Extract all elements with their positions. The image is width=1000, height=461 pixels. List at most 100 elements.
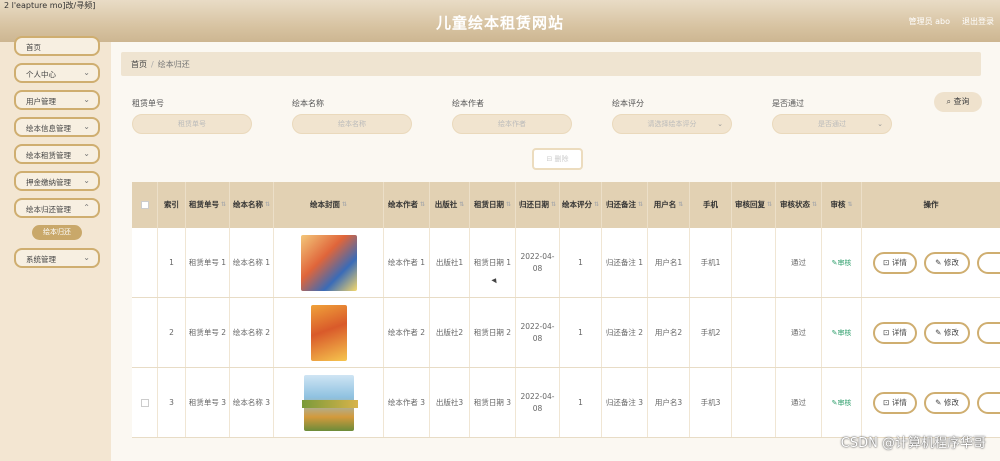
row-checkbox[interactable] — [132, 368, 158, 437]
breadcrumb-current: 绘本归还 — [157, 60, 190, 69]
table-row: 1 租赁单号 1 绘本名称 1 绘本作者 1 出版社1 租赁日期 1 2022-… — [132, 228, 1000, 298]
col-audit[interactable]: 审核 ⇅ — [822, 182, 862, 228]
col-remark[interactable]: 归还备注 ⇅ — [602, 182, 648, 228]
cell-book-name: 绘本名称 3 — [230, 368, 274, 437]
cell-index: 3 — [158, 368, 186, 437]
col-author[interactable]: 绘本作者 ⇅ — [384, 182, 430, 228]
delete-row-button[interactable] — [977, 252, 1000, 274]
cell-index: 2 — [158, 298, 186, 367]
sidebar: 首页 个人中心 ⌄ 用户管理 ⌄ 绘本信息管理 ⌄ 绘本租赁管理 ⌄ 押金缴纳管理 ⌄ 绘… — [0, 36, 111, 461]
sidebar-item-profile[interactable]: 个人中心 ⌄ — [14, 63, 100, 83]
detail-button[interactable]: ⊡ 详情 — [873, 392, 917, 414]
audit-link[interactable]: ✎ 审核 — [822, 228, 862, 297]
delete-icon: ⊟ — [546, 155, 553, 163]
cell-return-date: 2022-04-08 — [516, 298, 560, 367]
edit-button[interactable]: ✎ 修改 — [924, 322, 970, 344]
score-select[interactable]: 请选择绘本评分 ⌄ — [612, 114, 732, 134]
row-checkbox[interactable] — [132, 228, 158, 297]
sort-icon: ⇅ — [264, 201, 271, 208]
sidebar-item-system[interactable]: 系统管理 ⌄ — [14, 248, 100, 268]
cell-publisher: 出版社1 — [430, 228, 470, 297]
author-input[interactable]: 绘本作者 — [452, 114, 572, 134]
cell-cover — [274, 228, 384, 297]
cell-reply — [732, 368, 776, 437]
col-score[interactable]: 绘本评分 ⇅ — [560, 182, 602, 228]
col-index: 索引 — [158, 182, 186, 228]
sort-icon: ⇅ — [220, 201, 227, 208]
table-row: 3 租赁单号 3 绘本名称 3 绘本作者 3 出版社3 租赁日期 3 2022-… — [132, 368, 1000, 438]
delete-row-button[interactable] — [977, 392, 1000, 414]
cell-index: 1 — [158, 228, 186, 297]
edit-icon: ✎ — [935, 328, 942, 337]
cell-author: 绘本作者 1 — [384, 228, 430, 297]
sort-icon: ⇅ — [341, 201, 348, 208]
sidebar-subitem-return[interactable]: 绘本归还 — [32, 225, 82, 240]
edit-button[interactable]: ✎ 修改 — [924, 392, 970, 414]
cell-remark: 归还备注 3 — [602, 368, 648, 437]
chevron-down-icon: ⌄ — [877, 120, 883, 128]
sidebar-item-deposit[interactable]: 押金缴纳管理 ⌄ — [14, 171, 100, 191]
cell-remark: 归还备注 2 — [602, 298, 648, 367]
main-content: 首页 / 绘本归还 租赁单号 租赁单号 绘本名称 绘本名称 绘本作者 绘本作者 绘本… — [111, 42, 1000, 461]
sidebar-item-users[interactable]: 用户管理 ⌄ — [14, 90, 100, 110]
cell-return-date: 2022-04-08 — [516, 368, 560, 437]
delete-button[interactable]: ⊟ 删除 — [532, 148, 583, 170]
filter-label-pass: 是否通过 — [772, 99, 804, 108]
col-cover[interactable]: 绘本封面 ⇅ — [274, 182, 384, 228]
delete-row-button[interactable] — [977, 322, 1000, 344]
cell-publisher: 出版社2 — [430, 298, 470, 367]
table-row: 2 租赁单号 2 绘本名称 2 绘本作者 2 出版社2 租赁日期 2 2022-… — [132, 298, 1000, 368]
filter-label-rent-no: 租赁单号 — [132, 99, 164, 108]
col-phone: 手机 — [690, 182, 732, 228]
search-button[interactable]: ⌕ 查询 — [934, 92, 982, 112]
sidebar-item-book-info[interactable]: 绘本信息管理 ⌄ — [14, 117, 100, 137]
book-cover-image[interactable] — [300, 234, 357, 291]
sidebar-item-return[interactable]: 绘本归还管理 ⌃ — [14, 198, 100, 218]
table-header-row: 索引 租赁单号 ⇅ 绘本名称 ⇅ 绘本封面 ⇅ 绘本作者 ⇅ 出版社 ⇅ 租赁日期 ⇅ 归还… — [132, 182, 1000, 228]
audit-link[interactable]: ✎ 审核 — [822, 298, 862, 367]
cell-rent-no: 租赁单号 2 — [186, 298, 230, 367]
filter-label-author: 绘本作者 — [452, 99, 484, 108]
sort-icon: ⇅ — [847, 201, 853, 208]
detail-button[interactable]: ⊡ 详情 — [873, 252, 917, 274]
col-book-name[interactable]: 绘本名称 ⇅ — [230, 182, 274, 228]
sidebar-item-rental[interactable]: 绘本租赁管理 ⌄ — [14, 144, 100, 164]
cell-score: 1 — [560, 228, 602, 297]
col-rent-date[interactable]: 租赁日期 ⇅ — [470, 182, 516, 228]
detail-icon: ⊡ — [883, 328, 890, 337]
breadcrumb-home[interactable]: 首页 — [131, 60, 147, 69]
cell-username: 用户名3 — [648, 368, 690, 437]
edit-button[interactable]: ✎ 修改 — [924, 252, 970, 274]
sort-icon: ⇅ — [678, 201, 684, 208]
logout-link[interactable]: 退出登录 — [962, 16, 994, 27]
window-label: 2 l'eapture mo]改/寻频] — [4, 1, 96, 10]
watermark: CSDN @计算机程序华哥 — [840, 436, 986, 451]
rent-no-input[interactable]: 租赁单号 — [132, 114, 252, 134]
pass-select[interactable]: 是否通过 ⌄ — [772, 114, 892, 134]
audit-link[interactable]: ✎ 审核 — [822, 368, 862, 437]
cell-username: 用户名2 — [648, 298, 690, 367]
col-status[interactable]: 审核状态 ⇅ — [776, 182, 822, 228]
book-name-input[interactable]: 绘本名称 — [292, 114, 412, 134]
cell-score: 1 — [560, 368, 602, 437]
cell-cover — [274, 298, 384, 367]
col-rent-no[interactable]: 租赁单号 ⇅ — [186, 182, 230, 228]
col-publisher[interactable]: 出版社 ⇅ — [430, 182, 470, 228]
detail-icon: ⊡ — [883, 258, 890, 267]
col-username[interactable]: 用户名 ⇅ — [648, 182, 690, 228]
detail-button[interactable]: ⊡ 详情 — [873, 322, 917, 344]
cell-book-name: 绘本名称 1 — [230, 228, 274, 297]
book-cover-image[interactable] — [310, 304, 347, 361]
site-title: 儿童绘本租赁网站 — [435, 14, 564, 32]
cell-remark: 归还备注 1 — [602, 228, 648, 297]
cell-rent-date: 租赁日期 2 — [470, 298, 516, 367]
edit-icon: ✎ — [935, 258, 942, 267]
col-reply[interactable]: 审核回复 ⇅ — [732, 182, 776, 228]
sort-icon: ⇅ — [811, 201, 818, 208]
row-checkbox[interactable] — [132, 298, 158, 367]
sidebar-item-home[interactable]: 首页 — [14, 36, 100, 56]
select-all-checkbox[interactable] — [132, 182, 158, 228]
sort-icon: ⇅ — [419, 201, 426, 208]
col-return-date[interactable]: 归还日期 ⇅ — [516, 182, 560, 228]
cell-status: 通过 — [776, 368, 822, 437]
